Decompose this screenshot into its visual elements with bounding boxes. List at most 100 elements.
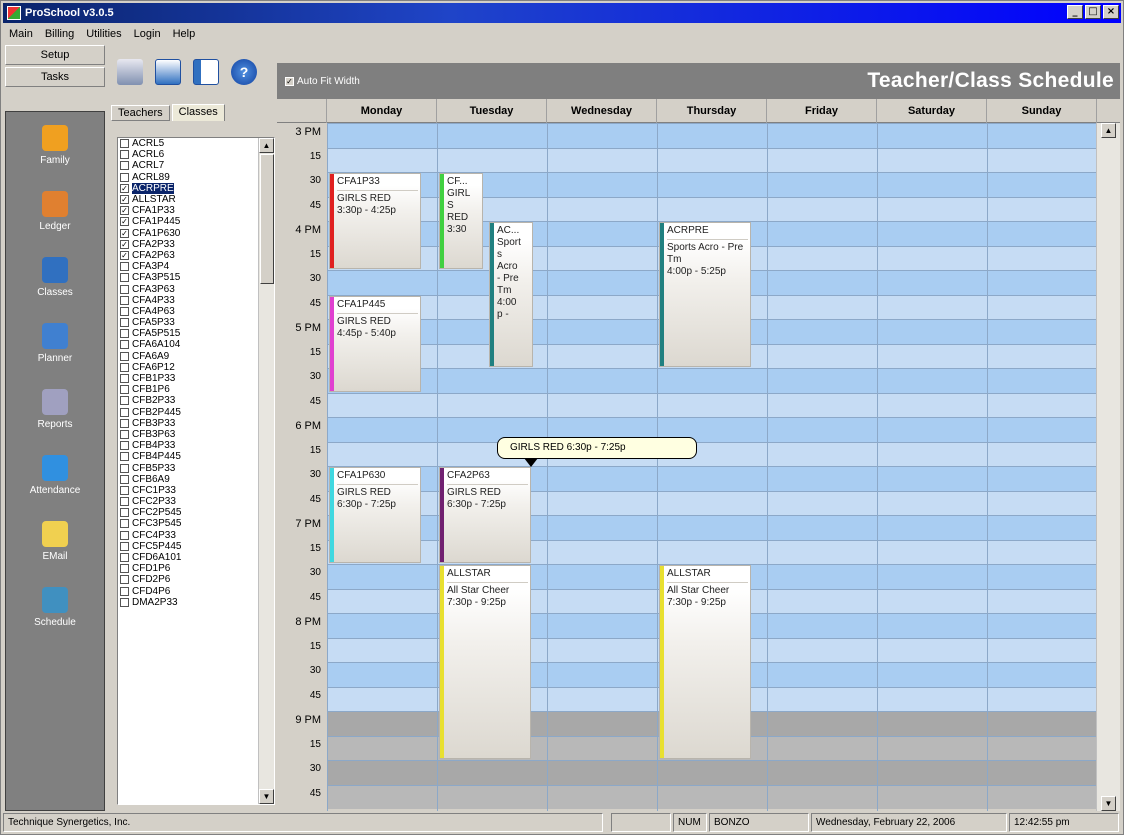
nav-item-attendance[interactable]: Attendance [6,442,104,508]
minimize-button[interactable]: _ [1067,5,1083,19]
list-item-checkbox[interactable] [120,396,129,406]
nav-tab-tasks[interactable]: Tasks [5,67,105,87]
schedule-scroll-down[interactable]: ▼ [1101,796,1116,811]
nav-item-family[interactable]: Family [6,112,104,178]
nav-item-ledger[interactable]: Ledger [6,178,104,244]
list-item[interactable]: CFB3P63 [118,429,274,440]
list-item[interactable]: ✓ CFA1P630 [118,228,274,239]
close-button[interactable]: × [1103,5,1119,19]
maximize-button[interactable]: □ [1085,5,1101,19]
list-item-checkbox[interactable]: ✓ [120,195,129,205]
nav-item-schedule[interactable]: Schedule [6,574,104,640]
list-item[interactable]: ✓ ALLSTAR [118,194,274,205]
list-item-checkbox[interactable] [120,362,129,372]
list-item[interactable]: CFC4P33 [118,530,274,541]
appointment-block[interactable]: ALLSTAR All Star Cheer 7:30p - 9:25p [439,565,531,759]
list-item-checkbox[interactable] [120,575,129,585]
tab-teachers[interactable]: Teachers [111,105,170,121]
list-item[interactable]: CFC3P545 [118,518,274,529]
help-icon[interactable]: ? [231,59,257,85]
list-item-checkbox[interactable]: ✓ [120,239,129,249]
schedule-scroll-up[interactable]: ▲ [1101,123,1116,138]
list-item[interactable]: CFB2P33 [118,395,274,406]
schedule-grid[interactable]: 3 PM 15 30 45 4 PM 15 30 45 5 PM 15 30 45 6 PM 15 30 45… [277,123,1120,811]
list-item[interactable]: CFA5P515 [118,328,274,339]
copy-icon[interactable] [155,59,181,85]
list-item-checkbox[interactable] [120,508,129,518]
list-item[interactable]: CFA6A9 [118,351,274,362]
list-item[interactable]: CFD4P6 [118,586,274,597]
print-icon[interactable] [117,59,143,85]
list-item[interactable]: ACRL5 [118,138,274,149]
list-item[interactable]: ✓ CFA2P33 [118,239,274,250]
list-item-checkbox[interactable]: ✓ [120,250,129,260]
list-item[interactable]: CFC5P445 [118,541,274,552]
list-item[interactable]: CFC2P545 [118,507,274,518]
scroll-down-button[interactable]: ▼ [259,789,274,804]
schedule-scrollbar[interactable]: ▲ ▼ [1096,123,1120,811]
appointment-block[interactable]: CFA1P33 GIRLS RED 3:30p - 4:25p [329,173,421,269]
menu-billing[interactable]: Billing [39,28,80,40]
list-item[interactable]: CFB3P33 [118,418,274,429]
list-item-checkbox[interactable] [120,485,129,495]
list-item-checkbox[interactable] [120,597,129,607]
list-item-checkbox[interactable] [120,429,129,439]
list-item-checkbox[interactable] [120,262,129,272]
time-row[interactable] [327,368,1096,393]
list-item[interactable]: CFB1P6 [118,384,274,395]
list-item[interactable]: ACRL6 [118,149,274,160]
list-item[interactable]: CFA5P33 [118,317,274,328]
time-row[interactable] [327,441,1096,466]
list-item-checkbox[interactable] [120,150,129,160]
appointment-block[interactable]: CFA2P63 GIRLS RED 6:30p - 7:25p [439,467,531,563]
list-item-checkbox[interactable] [120,284,129,294]
list-item-checkbox[interactable]: ✓ [120,228,129,238]
list-scrollbar[interactable]: ▲ ▼ [258,138,274,804]
list-item[interactable]: CFD2P6 [118,574,274,585]
list-item-checkbox[interactable] [120,172,129,182]
tab-classes[interactable]: Classes [171,104,225,121]
list-item-checkbox[interactable] [120,474,129,484]
list-item-checkbox[interactable] [120,306,129,316]
list-item-checkbox[interactable] [120,273,129,283]
appointment-block[interactable]: ACRPRE Sports Acro - Pre Tm 4:00p - 5:25p [659,222,751,367]
list-item[interactable]: CFB1P33 [118,373,274,384]
list-item-checkbox[interactable] [120,530,129,540]
appointment-block[interactable]: AC... Sport s Acro - Pre Tm 4:00 p - [489,222,533,367]
nav-item-classes[interactable]: Classes [6,244,104,310]
list-item[interactable]: CFC1P33 [118,485,274,496]
menu-main[interactable]: Main [3,28,39,40]
list-item-checkbox[interactable] [120,586,129,596]
appointment-block[interactable]: ALLSTAR All Star Cheer 7:30p - 9:25p [659,565,751,759]
list-item[interactable]: ✓ CFA1P445 [118,216,274,227]
list-item[interactable]: CFB5P33 [118,462,274,474]
list-item[interactable]: DMA2P33 [118,597,274,608]
list-item-checkbox[interactable] [120,329,129,339]
list-item[interactable]: CFD6A101 [118,552,274,563]
class-list[interactable]: ACRL5 ACRL6 ACRL7 ACRL89 ✓ ACRPRE ✓ ALLSTAR ✓ CFA… [117,137,275,805]
list-item[interactable]: CFD1P6 [118,563,274,574]
list-item[interactable]: CFA4P33 [118,295,274,306]
list-item[interactable]: CFB4P445 [118,451,274,462]
list-item-checkbox[interactable] [120,564,129,574]
list-item[interactable]: ACRL7 [118,160,274,171]
list-item-checkbox[interactable] [120,374,129,384]
list-item[interactable]: CFA6A104 [118,339,274,350]
scroll-up-button[interactable]: ▲ [259,138,274,153]
menu-utilities[interactable]: Utilities [80,28,127,40]
menu-help[interactable]: Help [167,28,202,40]
list-item[interactable]: CFA3P515 [118,272,274,283]
time-row[interactable] [327,147,1096,172]
list-item-checkbox[interactable] [120,452,129,462]
nav-item-planner[interactable]: Planner [6,310,104,376]
list-item-checkbox[interactable] [120,441,129,451]
list-item[interactable]: CFA4P63 [118,306,274,317]
menu-login[interactable]: Login [128,28,167,40]
list-item-checkbox[interactable] [120,161,129,171]
list-item-checkbox[interactable] [120,463,129,473]
list-item-checkbox[interactable] [120,553,129,563]
scroll-thumb[interactable] [260,154,274,284]
list-item-checkbox[interactable]: ✓ [120,206,129,216]
nav-item-email[interactable]: EMail [6,508,104,574]
list-item[interactable]: CFA6P12 [118,362,274,373]
